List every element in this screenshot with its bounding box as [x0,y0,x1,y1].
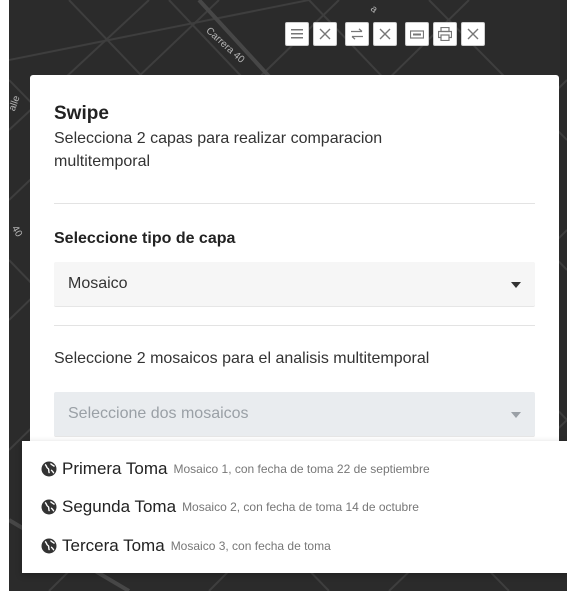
layer-type-label: Seleccione tipo de capa [54,230,236,247]
option-title: Primera Toma [62,459,168,478]
swipe-panel: Swipe Selecciona 2 capas para realizar c… [30,75,559,445]
panel-title: Swipe [54,103,109,124]
map-toolbar [285,22,489,46]
option-title: Tercera Toma [62,536,165,555]
close-icon [379,28,391,40]
option-title: Segunda Toma [62,497,177,516]
dropdown-option[interactable]: Tercera Toma Mosaico 3, con fecha de tom… [41,535,331,557]
option-description: Mosaico 1, con fecha de toma 22 de septi… [173,462,430,476]
option-description: Mosaico 3, con fecha de toma [170,539,331,553]
globe-icon [41,499,57,515]
list-button[interactable] [285,22,309,46]
swap-icon [351,28,363,40]
caret-down-icon [511,282,521,288]
close-list-button[interactable] [313,22,337,46]
mosaics-label: Seleccione 2 mosaicos para el analisis m… [54,350,430,367]
dropdown-option[interactable]: Segunda Toma Mosaico 2, con fecha de tom… [41,496,419,518]
layer-type-value: Mosaico [68,275,128,292]
printer-button[interactable] [433,22,457,46]
mosaics-dropdown: Primera Toma Mosaico 1, con fecha de tom… [22,441,567,573]
toolbar-group-print [405,22,485,46]
caret-down-icon [511,412,521,418]
divider [54,325,535,326]
mosaics-placeholder: Seleccione dos mosaicos [68,405,249,422]
print-icon [410,30,424,39]
toolbar-group-list [285,22,337,46]
close-print-button[interactable] [461,22,485,46]
dropdown-option[interactable]: Primera Toma Mosaico 1, con fecha de tom… [41,458,430,480]
option-description: Mosaico 2, con fecha de toma 14 de octub… [182,500,419,514]
toolbar-group-swipe [345,22,397,46]
layer-type-select[interactable]: Mosaico [54,262,535,307]
globe-icon [41,461,57,477]
close-icon [467,28,479,40]
globe-icon [41,538,57,554]
print-layout-button[interactable] [405,22,429,46]
printer-icon [438,27,452,41]
close-icon [319,28,331,40]
panel-subtitle: Selecciona 2 capas para realizar compara… [54,130,383,170]
mosaics-select[interactable]: Seleccione dos mosaicos [54,392,535,437]
close-swipe-button[interactable] [373,22,397,46]
list-icon [291,29,303,39]
swipe-button[interactable] [345,22,369,46]
divider [54,203,535,204]
